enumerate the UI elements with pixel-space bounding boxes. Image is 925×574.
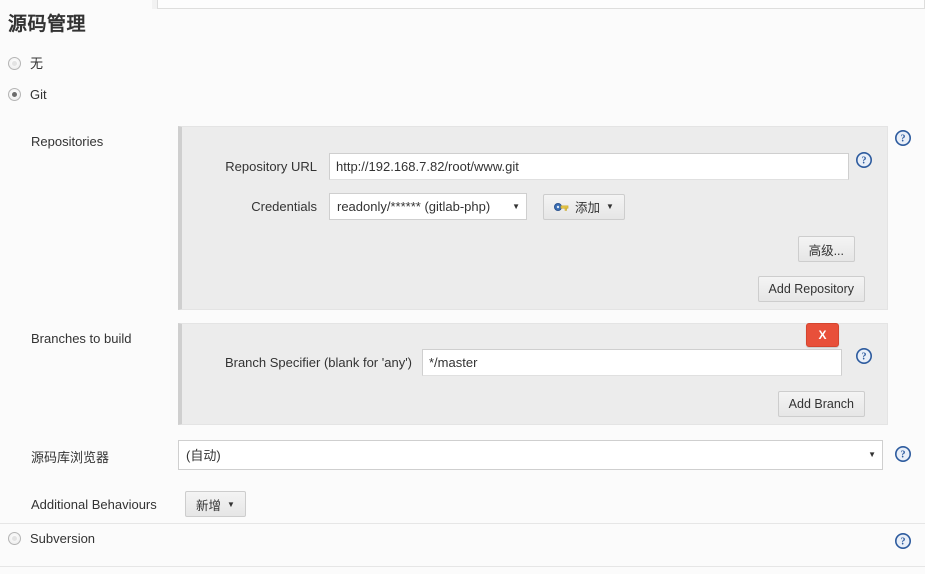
svg-text:?: ? bbox=[901, 134, 906, 145]
delete-branch-button[interactable]: X bbox=[806, 323, 839, 347]
chevron-down-icon: ▼ bbox=[227, 499, 235, 509]
help-icon[interactable]: ? bbox=[856, 152, 872, 168]
radio-button-git[interactable] bbox=[8, 88, 21, 101]
svg-text:?: ? bbox=[901, 450, 906, 461]
scm-radio-subversion[interactable]: Subversion bbox=[8, 532, 95, 545]
credentials-row: Credentials readonly/****** (gitlab-php)… bbox=[210, 193, 625, 220]
help-icon[interactable]: ? bbox=[895, 533, 911, 549]
help-icon[interactable]: ? bbox=[895, 446, 911, 462]
add-behaviour-label: 新增 bbox=[196, 498, 222, 513]
add-credentials-button[interactable]: 添加 ▼ bbox=[543, 193, 625, 220]
key-icon bbox=[554, 201, 569, 213]
divider bbox=[0, 523, 925, 524]
repository-browser-select[interactable]: (自动) bbox=[178, 440, 883, 470]
divider bbox=[0, 566, 925, 567]
chevron-down-icon: ▼ bbox=[606, 202, 614, 211]
repository-url-row: Repository URL bbox=[210, 153, 860, 180]
scm-radio-git[interactable]: Git bbox=[8, 88, 47, 101]
scm-radio-none-label: 无 bbox=[30, 56, 44, 71]
repository-browser-select-wrap: (自动) ▼ bbox=[178, 440, 883, 470]
repository-url-input[interactable] bbox=[329, 153, 849, 180]
scm-radio-git-label: Git bbox=[30, 87, 47, 102]
additional-behaviours-label: Additional Behaviours bbox=[31, 497, 157, 512]
repository-url-label: Repository URL bbox=[225, 159, 317, 174]
svg-text:?: ? bbox=[862, 156, 867, 167]
help-icon[interactable]: ? bbox=[856, 348, 872, 364]
repositories-panel: Repository URL Credentials readonly/****… bbox=[178, 126, 888, 310]
add-behaviour-button[interactable]: 新增 ▼ bbox=[185, 491, 246, 517]
radio-button-none[interactable] bbox=[8, 57, 21, 70]
branch-specifier-label: Branch Specifier (blank for 'any') bbox=[224, 355, 412, 370]
credentials-label: Credentials bbox=[251, 199, 317, 214]
tab-strip-edge bbox=[152, 0, 158, 9]
page-title: 源码管理 bbox=[8, 14, 87, 35]
repository-browser-label: 源码库浏览器 bbox=[31, 450, 110, 465]
add-credentials-label: 添加 bbox=[575, 201, 601, 215]
branch-specifier-input[interactable] bbox=[422, 349, 842, 376]
branches-section-label: Branches to build bbox=[31, 331, 132, 346]
credentials-select-wrap: readonly/****** (gitlab-php) ▼ bbox=[329, 193, 527, 220]
tab-strip bbox=[152, 0, 925, 9]
help-icon[interactable]: ? bbox=[895, 130, 911, 146]
repositories-section-label: Repositories bbox=[31, 134, 104, 149]
advanced-button[interactable]: 高级... bbox=[797, 236, 855, 262]
scm-configuration-page: 源码管理 无 Git Repositories Repository URL C… bbox=[0, 0, 925, 574]
add-branch-button[interactable]: Add Branch bbox=[777, 391, 865, 417]
svg-text:?: ? bbox=[862, 352, 867, 363]
scm-radio-subversion-label: Subversion bbox=[30, 531, 96, 546]
add-repository-button[interactable]: Add Repository bbox=[757, 276, 865, 302]
credentials-select[interactable]: readonly/****** (gitlab-php) bbox=[329, 193, 527, 220]
scm-radio-none[interactable]: 无 bbox=[8, 57, 43, 70]
svg-text:?: ? bbox=[901, 537, 906, 548]
radio-button-subversion[interactable] bbox=[8, 532, 21, 545]
branch-specifier-row: Branch Specifier (blank for 'any') bbox=[210, 349, 842, 376]
branches-panel: Branch Specifier (blank for 'any') Add B… bbox=[178, 323, 888, 425]
